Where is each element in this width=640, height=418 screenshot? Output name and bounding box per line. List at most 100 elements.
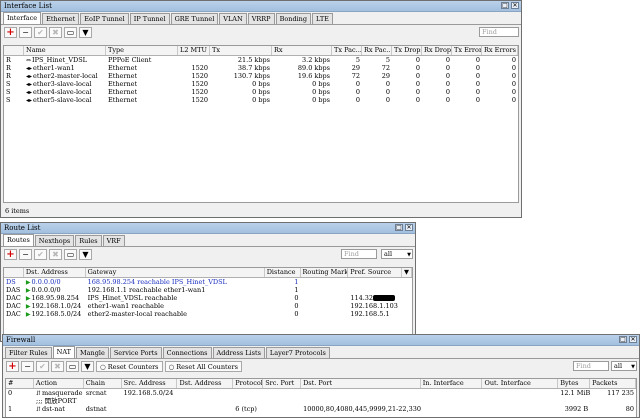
- tab-service-ports[interactable]: Service Ports: [109, 347, 162, 358]
- col-dst-address[interactable]: Dst. Address: [24, 268, 86, 277]
- tab-vlan[interactable]: VLAN: [219, 13, 247, 24]
- col-src-address[interactable]: Src. Address: [122, 379, 178, 388]
- tab-routes[interactable]: Routes: [3, 234, 34, 246]
- enable-button[interactable]: ✔: [34, 27, 47, 38]
- firewall-titlebar[interactable]: Firewall □ ✕: [3, 335, 639, 346]
- find-input[interactable]: Find: [573, 361, 609, 371]
- tab-vrf[interactable]: VRF: [102, 235, 125, 246]
- tab-nat[interactable]: NAT: [52, 346, 76, 358]
- enable-button[interactable]: ✔: [36, 361, 49, 372]
- col-distance[interactable]: Distance: [265, 268, 301, 277]
- table-row[interactable]: DS ▶0.0.0.0/0 168.95.98.254 reachable IPS_…: [4, 278, 412, 286]
- table-row[interactable]: 1 ⇵dst-nat dstnat 6 (tcp) 10000,80,4080,445,…: [6, 405, 636, 413]
- find-input[interactable]: Find: [479, 27, 519, 37]
- tab-lte[interactable]: LTE: [312, 13, 333, 24]
- tab-ethernet[interactable]: Ethernet: [42, 13, 80, 24]
- filter-select[interactable]: all ▼: [611, 361, 637, 371]
- table-row[interactable]: S ◂▸ether5-slave-local Ethernet 1520 0 bps 0 …: [4, 96, 518, 104]
- filter-button[interactable]: ▼: [79, 27, 92, 38]
- col-action[interactable]: Action: [34, 379, 84, 388]
- interface-list-titlebar[interactable]: Interface List □ ✕: [1, 1, 521, 12]
- col-in-interface[interactable]: In. Interface: [421, 379, 483, 388]
- table-row[interactable]: S ◂▸ether4-slave-local Ethernet 1520 0 bps 0 …: [4, 88, 518, 96]
- find-input[interactable]: Find: [341, 249, 377, 259]
- tab-eoip-tunnel[interactable]: EoIP Tunnel: [80, 13, 129, 24]
- tab-address-lists[interactable]: Address Lists: [212, 347, 265, 358]
- close-icon[interactable]: ✕: [511, 2, 519, 9]
- col-protocol[interactable]: Protocol: [233, 379, 264, 388]
- table-row[interactable]: DAS ▶0.0.0.0/0 192.168.1.1 reachable ether…: [4, 286, 412, 294]
- tab-interface[interactable]: Interface: [3, 12, 42, 24]
- close-icon[interactable]: ✕: [629, 336, 637, 343]
- columns-menu-icon[interactable]: ▼: [402, 268, 412, 277]
- col-tx-errors[interactable]: Tx Errors: [452, 46, 482, 55]
- col-tx-drops[interactable]: Tx Drops: [392, 46, 422, 55]
- table-row[interactable]: S ◂▸ether3-slave-local Ethernet 1520 0 bps 0 …: [4, 80, 518, 88]
- col-pref-source[interactable]: Pref. Source: [348, 268, 403, 277]
- add-button[interactable]: +: [6, 361, 19, 372]
- col-flag[interactable]: [4, 46, 24, 55]
- disable-button[interactable]: ✖: [49, 249, 62, 260]
- filter-button[interactable]: ▼: [81, 361, 94, 372]
- row-rx-errors: 0: [511, 96, 516, 104]
- col-bytes[interactable]: Bytes: [558, 379, 591, 388]
- col-routing-mark[interactable]: Routing Mark: [301, 268, 349, 277]
- col-flag[interactable]: [4, 268, 24, 277]
- col-dst-port[interactable]: Dst. Port: [301, 379, 421, 388]
- col-chain[interactable]: Chain: [84, 379, 122, 388]
- filter-select[interactable]: all ▼: [381, 249, 413, 259]
- col-rx-drops[interactable]: Rx Drops: [422, 46, 452, 55]
- col-packets[interactable]: Packets: [590, 379, 636, 388]
- col-rx-packets[interactable]: Rx Pac...: [362, 46, 392, 55]
- tab-nexthops[interactable]: Nexthops: [34, 235, 75, 246]
- comment-button[interactable]: ▭: [64, 27, 77, 38]
- reset-counters-button[interactable]: ○ Reset Counters: [96, 361, 163, 372]
- tab-filter-rules[interactable]: Filter Rules: [5, 347, 52, 358]
- col-gateway[interactable]: Gateway: [86, 268, 265, 277]
- tab-rules[interactable]: Rules: [75, 235, 102, 246]
- col-name[interactable]: Name: [24, 46, 106, 55]
- table-row[interactable]: R ⇔IPS_Hinet_VDSL PPPoE Client 21.5 kbps 3.2…: [4, 56, 518, 64]
- filter-button[interactable]: ▼: [79, 249, 92, 260]
- reset-all-counters-button[interactable]: ○ Reset All Counters: [164, 361, 242, 372]
- enable-button[interactable]: ✔: [34, 249, 47, 260]
- tab-bonding[interactable]: Bonding: [275, 13, 312, 24]
- col-tx-packets[interactable]: Tx Pac...: [332, 46, 362, 55]
- table-row[interactable]: 0 ⇵masquerade srcnat 192.168.5.0/24 12.1 MiB…: [6, 389, 636, 397]
- remove-button[interactable]: −: [19, 249, 32, 260]
- table-row[interactable]: DAC ▶192.168.5.0/24 ether2-master-local re…: [4, 310, 412, 318]
- comment-button[interactable]: ▭: [66, 361, 79, 372]
- col-type[interactable]: Type: [106, 46, 178, 55]
- tab-gre-tunnel[interactable]: GRE Tunnel: [170, 13, 219, 24]
- add-button[interactable]: +: [4, 249, 17, 260]
- remove-button[interactable]: −: [19, 27, 32, 38]
- col-l2mtu[interactable]: L2 MTU: [178, 46, 210, 55]
- table-row[interactable]: R ◂▸ether2-master-local Ethernet 1520 130.7 …: [4, 72, 518, 80]
- maximize-icon[interactable]: □: [395, 224, 403, 231]
- col-src-port[interactable]: Src. Port: [263, 379, 302, 388]
- close-icon[interactable]: ✕: [405, 224, 413, 231]
- col-rx-errors[interactable]: Rx Errors: [482, 46, 518, 55]
- tab-mangle[interactable]: Mangle: [76, 347, 109, 358]
- maximize-icon[interactable]: □: [619, 336, 627, 343]
- table-row[interactable]: DAC ▶168.95.98.254 IPS_Hinet_VDSL reachabl…: [4, 294, 412, 302]
- disable-button[interactable]: ✖: [49, 27, 62, 38]
- comment-button[interactable]: ▭: [64, 249, 77, 260]
- tab-vrrp[interactable]: VRRP: [247, 13, 275, 24]
- table-row[interactable]: R ◂▸ether1-wan1 Ethernet 1520 38.7 kbps 89.0 …: [4, 64, 518, 72]
- col-rx[interactable]: Rx: [272, 46, 332, 55]
- maximize-icon[interactable]: □: [501, 2, 509, 9]
- comment-row[interactable]: ;;; 開放PORT: [6, 397, 636, 405]
- col-out-interface[interactable]: Out. Interface: [482, 379, 559, 388]
- col-tx[interactable]: Tx: [210, 46, 272, 55]
- col-number[interactable]: #: [6, 379, 34, 388]
- add-button[interactable]: +: [4, 27, 17, 38]
- col-dst-address[interactable]: Dst. Address: [177, 379, 234, 388]
- disable-button[interactable]: ✖: [51, 361, 64, 372]
- table-row[interactable]: DAC ▶192.168.1.0/24 ether1-wan1 reachable 0…: [4, 302, 412, 310]
- tab-ip-tunnel[interactable]: IP Tunnel: [129, 13, 170, 24]
- tab-layer7-protocols[interactable]: Layer7 Protocols: [265, 347, 330, 358]
- tab-connections[interactable]: Connections: [162, 347, 212, 358]
- remove-button[interactable]: −: [21, 361, 34, 372]
- route-list-titlebar[interactable]: Route List □ ✕: [1, 223, 415, 234]
